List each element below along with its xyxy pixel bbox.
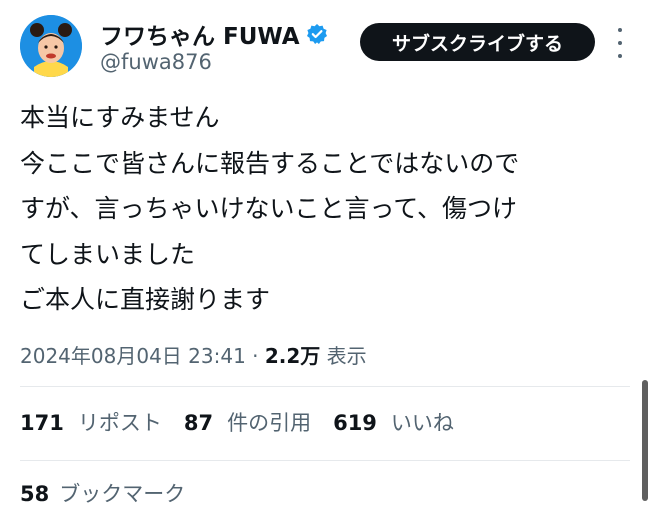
tweet-line: てしまいました	[20, 239, 196, 269]
reposts-count: 171	[20, 411, 64, 435]
bookmarks-count: 58	[20, 482, 50, 506]
engagement-stats: 171 リポスト 87 件の引用 619 いいね	[20, 407, 454, 437]
more-vertical-icon[interactable]	[608, 28, 632, 58]
scrollbar[interactable]	[642, 380, 648, 501]
more-dot	[618, 41, 622, 45]
author-name-text[interactable]: フワちゃん FUWA	[100, 17, 300, 51]
likes-stat[interactable]: 619 いいね	[333, 407, 454, 437]
more-dot	[618, 54, 622, 58]
timestamp[interactable]: 2024年08月04日 23:41	[20, 344, 246, 368]
tweet-meta: 2024年08月04日 23:41 · 2.2万 表示	[20, 340, 367, 369]
tweet-line: すが、言っちゃいけないこと言って、傷つけ	[20, 194, 518, 223]
views-label: 表示	[326, 344, 367, 368]
tweet-line: ご本人に直接謝ります	[20, 285, 271, 314]
author-handle[interactable]: @fuwa876	[100, 50, 212, 74]
reposts-stat[interactable]: 171 リポスト	[20, 407, 162, 437]
verified-badge-icon	[306, 24, 327, 44]
tweet-line: 本当にすみません	[20, 103, 220, 132]
more-dot	[618, 28, 622, 32]
tweet-line: 今ここで皆さんに報告することではないので	[20, 148, 520, 178]
subscribe-button[interactable]: サブスクライブする	[360, 23, 595, 61]
meta-separator: ·	[252, 344, 259, 368]
divider	[20, 386, 630, 387]
likes-count: 619	[333, 411, 377, 435]
bookmarks-stat[interactable]: 58 ブックマーク	[20, 478, 185, 508]
likes-label: いいね	[390, 411, 454, 435]
quotes-stat[interactable]: 87 件の引用	[184, 407, 311, 437]
quotes-count: 87	[183, 411, 214, 435]
tweet-text: 本当にすみません 今ここで皆さんに報告することではないので すが、言っちゃいけな…	[20, 95, 630, 323]
quotes-label: 件の引用	[227, 411, 312, 435]
bookmarks-label: ブックマーク	[59, 482, 186, 506]
avatar-image	[20, 15, 82, 77]
author-name[interactable]: フワちゃん FUWA	[100, 17, 328, 51]
views-count: 2.2万	[264, 344, 321, 368]
reposts-label: リポスト	[77, 411, 162, 435]
avatar[interactable]	[20, 15, 82, 77]
divider	[20, 460, 630, 461]
